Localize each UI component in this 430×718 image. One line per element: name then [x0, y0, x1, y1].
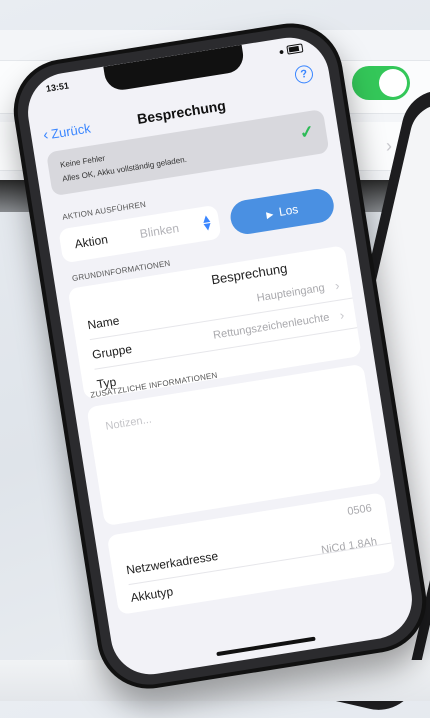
battery-type-label: Akkutyp [129, 584, 175, 605]
run-button-label: Los [277, 202, 300, 219]
run-button[interactable]: ▶ Los [228, 186, 337, 237]
play-icon: ▶ [265, 208, 274, 220]
group-label: Gruppe [91, 341, 133, 362]
name-label: Name [86, 313, 121, 333]
name-value: Haupteingang [256, 281, 326, 305]
notes-placeholder: Notizen... [104, 413, 153, 433]
status-time: 13:51 [45, 80, 70, 94]
network-address-value: 0506 [346, 502, 373, 518]
chevron-updown-icon: ▲ ▼ [199, 210, 215, 235]
action-label: Aktion [73, 232, 109, 252]
chevron-right-icon: › [338, 307, 346, 323]
chevron-right-icon: › [386, 136, 392, 156]
wifi-icon: ● [277, 46, 285, 58]
battery-icon [286, 43, 304, 55]
action-value: Blinken [138, 220, 180, 241]
checkmark-icon: ✓ [298, 121, 316, 143]
status-icons: ● [278, 42, 304, 57]
background-toggle [352, 66, 410, 100]
chevron-right-icon: › [333, 277, 341, 294]
status-line-1: Keine Fehler [59, 153, 106, 170]
